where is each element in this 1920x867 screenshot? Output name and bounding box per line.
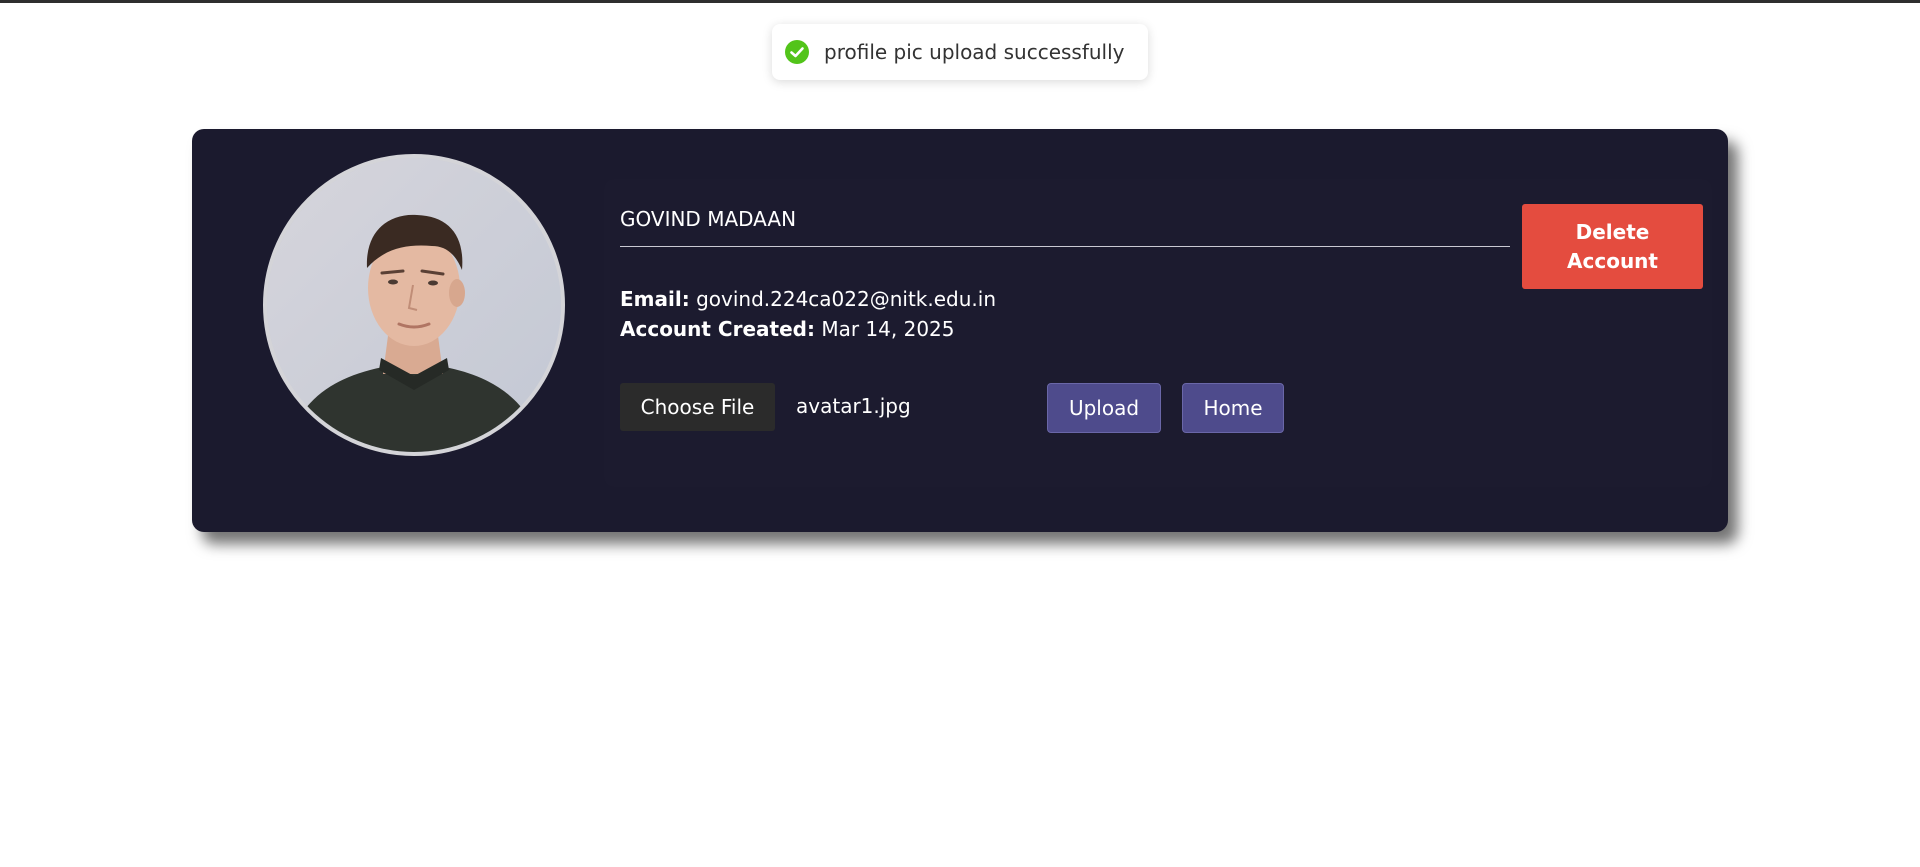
profile-card: GOVIND MADAAN Email: govind.224ca022@nit… <box>192 129 1728 532</box>
account-created-label: Account Created: <box>620 317 815 341</box>
top-progress-bar <box>0 0 1920 3</box>
home-button[interactable]: Home <box>1182 383 1284 433</box>
selected-file-name: avatar1.jpg <box>796 394 911 418</box>
choose-file-button[interactable]: Choose File <box>620 383 775 431</box>
account-created-value: Mar 14, 2025 <box>821 317 955 341</box>
email-row: Email: govind.224ca022@nitk.edu.in <box>620 287 996 311</box>
email-value: govind.224ca022@nitk.edu.in <box>696 287 997 311</box>
delete-account-button[interactable]: Delete Account <box>1522 204 1703 289</box>
success-toast: profile pic upload successfully <box>772 24 1148 80</box>
upload-button[interactable]: Upload <box>1047 383 1161 433</box>
toast-message: profile pic upload successfully <box>824 40 1125 64</box>
check-circle-icon <box>784 39 810 65</box>
account-created-row: Account Created: Mar 14, 2025 <box>620 317 955 341</box>
name-divider <box>620 246 1510 247</box>
profile-name: GOVIND MADAAN <box>620 207 797 231</box>
email-label: Email: <box>620 287 690 311</box>
avatar <box>263 154 565 456</box>
